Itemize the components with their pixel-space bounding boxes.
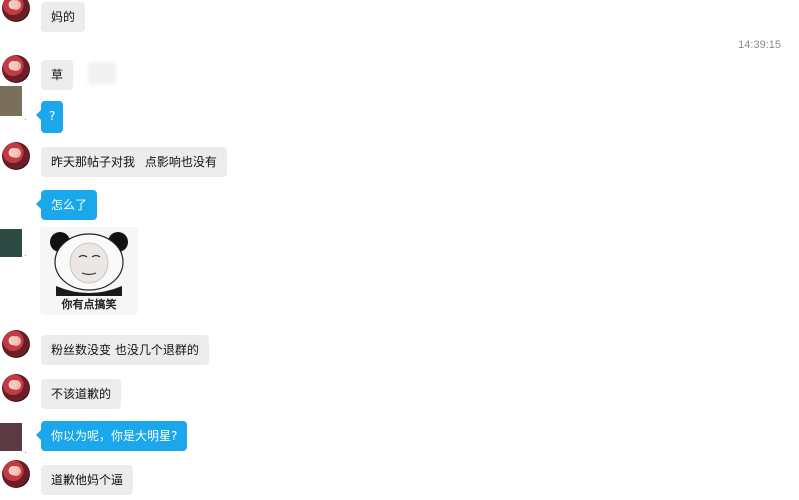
message-text: 草 bbox=[51, 68, 64, 82]
contact-avatar[interactable] bbox=[2, 0, 30, 22]
message-bubble-outgoing[interactable]: 你以为呢，你是大明星? bbox=[35, 421, 188, 451]
contact-avatar[interactable] bbox=[2, 330, 30, 358]
self-avatar[interactable] bbox=[0, 229, 22, 257]
contact-avatar[interactable] bbox=[2, 142, 30, 170]
message-bubble-incoming[interactable]: 昨天那帖子对我 点影响也没有 bbox=[41, 147, 227, 177]
read-receipt-icon: · bbox=[24, 448, 28, 459]
message-text: ? bbox=[49, 109, 56, 123]
sticker-message[interactable]: 你有点搞笑 bbox=[40, 227, 138, 315]
message-text: 不该道歉的 bbox=[51, 387, 112, 401]
panda-meme-sticker bbox=[50, 232, 128, 296]
self-avatar[interactable] bbox=[0, 423, 22, 451]
chat-window: 妈的 14:39:15 草 · ? 昨天那帖子对我 点影响也没有 怎么了 · 你… bbox=[0, 0, 799, 500]
message-text: 怎么了 bbox=[51, 198, 88, 212]
message-timestamp: 14:39:15 bbox=[738, 39, 781, 51]
message-text: 你以为呢，你是大明星? bbox=[51, 429, 178, 443]
message-text: 粉丝数没变 也没几个退群的 bbox=[51, 343, 199, 357]
message-bubble-incoming[interactable]: 道歉他妈个逼 bbox=[41, 465, 134, 495]
message-bubble-incoming[interactable]: 不该道歉的 bbox=[41, 379, 122, 409]
message-bubble-incoming[interactable]: 妈的 bbox=[41, 2, 86, 32]
contact-avatar[interactable] bbox=[2, 55, 30, 83]
message-bubble-incoming[interactable]: 草 bbox=[41, 60, 74, 90]
read-receipt-icon: · bbox=[24, 251, 28, 262]
message-bubble-incoming[interactable]: 粉丝数没变 也没几个退群的 bbox=[41, 335, 209, 365]
message-bubble-outgoing[interactable]: ? bbox=[35, 101, 64, 133]
sticker-caption: 你有点搞笑 bbox=[61, 298, 117, 311]
redacted-area bbox=[88, 62, 116, 84]
self-avatar[interactable] bbox=[0, 86, 22, 116]
contact-avatar[interactable] bbox=[2, 460, 30, 488]
message-text: 妈的 bbox=[51, 10, 76, 24]
message-text: 昨天那帖子对我 点影响也没有 bbox=[51, 155, 217, 169]
message-bubble-outgoing[interactable]: 怎么了 bbox=[35, 190, 98, 220]
read-receipt-icon: · bbox=[24, 115, 28, 126]
message-text: 道歉他妈个逼 bbox=[51, 473, 124, 487]
contact-avatar[interactable] bbox=[2, 374, 30, 402]
